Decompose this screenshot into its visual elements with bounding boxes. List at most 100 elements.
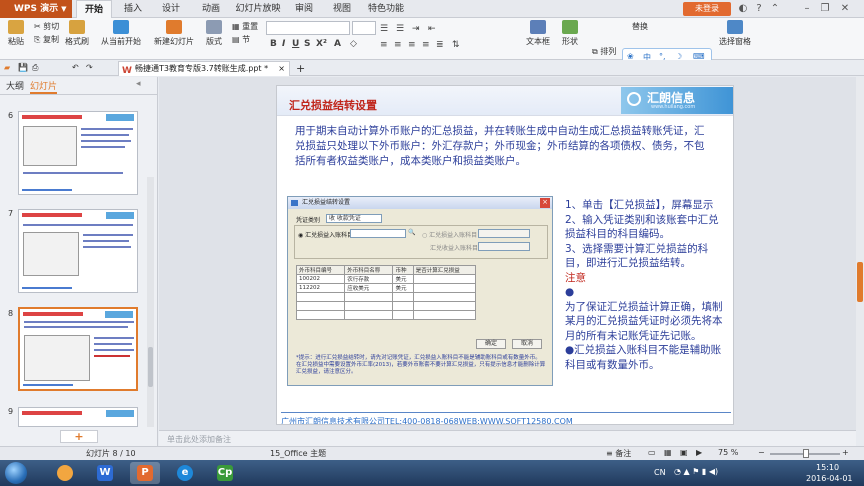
zoom-in-icon[interactable]: + [842, 448, 849, 457]
folder-icon[interactable]: ▰ [4, 63, 10, 72]
bullets-icon[interactable]: ☰ [380, 24, 388, 34]
grid-row [295, 292, 477, 302]
zoom-out-icon[interactable]: − [758, 448, 765, 457]
outdent-icon[interactable]: ⇤ [428, 24, 436, 34]
restore-icon[interactable]: ❐ [818, 2, 832, 16]
dialog-app-icon [291, 200, 298, 206]
slide-thumbnail-8[interactable] [18, 307, 138, 391]
scroll-thumb[interactable] [857, 262, 863, 302]
minimize-icon[interactable]: – [800, 2, 814, 16]
font-family-select[interactable] [266, 21, 350, 35]
taskbar-app-wps-writer[interactable]: W [90, 462, 120, 484]
arrange-button[interactable]: ⧉ 排列 [592, 46, 616, 57]
panel-scrollbar[interactable] [147, 177, 154, 427]
tab-slideshow[interactable]: 幻灯片放映 [234, 0, 282, 18]
reset-button[interactable]: ▦ 重置 [232, 21, 258, 32]
text-direction-icon[interactable]: ⇅ [452, 40, 460, 50]
textbox-button[interactable]: 文本框 [524, 20, 552, 47]
wps-brand: WPS 演示 [14, 4, 59, 14]
underline-icon[interactable]: U [292, 39, 299, 49]
login-button[interactable]: 未登录 [683, 2, 731, 16]
tab-animation[interactable]: 动画 [196, 0, 226, 18]
wps-menu-button[interactable]: WPS 演示 ▼ [0, 0, 72, 18]
grid-cell: 农行存款 [344, 274, 394, 284]
slide-intro-text[interactable]: 用于期末自动计算外币账户的汇总损益，并在转账生成中自动生成汇总损益转账凭证，汇兑… [295, 124, 705, 169]
tab-view[interactable]: 视图 [328, 0, 356, 18]
main-scrollbar[interactable] [856, 77, 864, 430]
shadow-icon[interactable]: S [304, 39, 310, 49]
company-logo: 汇朗信息 www.huilang.com [621, 87, 733, 114]
indent-icon[interactable]: ⇥ [412, 24, 420, 34]
grid-col-header: 外币科目名称 [344, 265, 394, 275]
start-button[interactable] [5, 462, 27, 484]
distribute-icon[interactable]: ≣ [436, 40, 444, 50]
tab-review[interactable]: 审阅 [290, 0, 318, 18]
cut-button[interactable]: ✂ 剪切 [34, 21, 59, 32]
align-left-icon[interactable]: ≡ [380, 40, 388, 50]
align-center-icon[interactable]: ≡ [394, 40, 402, 50]
taskbar-app-ie[interactable]: e [170, 462, 200, 484]
justify-icon[interactable]: ≡ [422, 40, 430, 50]
save-icon[interactable]: 💾 [18, 63, 28, 72]
from-current-button[interactable]: 从当前开始 [98, 20, 144, 47]
font-color-icon[interactable]: A [334, 39, 341, 49]
tab-slides[interactable]: 幻灯片 [30, 79, 58, 94]
tab-features[interactable]: 特色功能 [364, 0, 408, 18]
zoom-slider-knob[interactable] [803, 449, 809, 458]
help-icon[interactable]: ? [752, 2, 766, 16]
tray-icons[interactable]: ◔ ▲ ⚑ ▮ ◀) [674, 467, 718, 476]
taskbar-app-qq[interactable] [50, 462, 80, 484]
skin-icon[interactable]: ◐ [736, 2, 750, 16]
reset-label: 重置 [242, 22, 259, 31]
slide-right-text[interactable]: 1、单击【汇兑损益】，屏幕显示 2、输入凭证类别和该账套中汇兑损益科目的科目编码… [565, 198, 725, 372]
font-size-select[interactable] [352, 21, 376, 35]
tab-insert[interactable]: 插入 [118, 0, 148, 18]
tab-home[interactable]: 开始 [76, 0, 112, 18]
clear-format-icon[interactable]: ◇ [350, 39, 357, 49]
shape-button[interactable]: 形状 [558, 20, 582, 47]
tab-outline[interactable]: 大纲 [6, 79, 24, 92]
clock-date[interactable]: 2016-04-01 [806, 474, 853, 483]
numbering-icon[interactable]: ☰ [396, 24, 404, 34]
clock-time[interactable]: 15:10 [816, 463, 839, 472]
align-right-icon[interactable]: ≡ [408, 40, 416, 50]
undo-icon[interactable]: ↶ [72, 63, 79, 72]
new-tab-icon[interactable]: + [296, 62, 305, 75]
bold-icon[interactable]: B [270, 39, 277, 49]
slide-number: 6 [8, 111, 14, 120]
copy-button[interactable]: ⎘ 复制 [34, 34, 59, 45]
language-indicator[interactable]: CN [654, 468, 666, 477]
layout-button[interactable]: 版式 [202, 20, 226, 47]
reading-view-icon[interactable]: ▣ [680, 448, 688, 457]
slideshow-view-icon[interactable]: ▶ [696, 448, 702, 457]
replace-button[interactable]: 替换 [632, 21, 648, 32]
note-text-2: ●汇兑损益入账科目不能是辅助账科目或有数量外币。 [565, 344, 722, 371]
redo-icon[interactable]: ↷ [86, 63, 93, 72]
new-slide-button[interactable]: 新建幻灯片 [150, 20, 198, 47]
tab-design[interactable]: 设计 [156, 0, 186, 18]
section-button[interactable]: ▤ 节 [232, 34, 250, 45]
slide-canvas[interactable]: 汇兑损益结转设置 汇朗信息 www.huilang.com 用于期末自动计算外币… [276, 85, 734, 425]
close-icon[interactable]: ✕ [838, 2, 852, 16]
superscript-icon[interactable]: X² [316, 39, 327, 49]
slide-title[interactable]: 汇兑损益结转设置 [289, 97, 377, 113]
taskbar-app-camtasia[interactable]: Cp [210, 462, 240, 484]
slide-thumbnail-7[interactable] [18, 209, 138, 293]
normal-view-icon[interactable]: ▭ [648, 448, 656, 457]
notes-button[interactable]: ≡ 备注 [606, 448, 631, 459]
italic-icon[interactable]: I [282, 39, 285, 49]
add-slide-button[interactable]: + [60, 430, 98, 443]
print-icon[interactable]: ⎙ [32, 63, 38, 73]
panel-close-icon[interactable]: ◂ [136, 79, 141, 89]
paste-button[interactable]: 粘贴 [4, 20, 28, 47]
sorter-view-icon[interactable]: ▦ [664, 448, 672, 457]
select-pane-button[interactable]: 选择窗格 [718, 20, 752, 47]
slide-thumbnail-6[interactable] [18, 111, 138, 195]
format-painter-button[interactable]: 格式刷 [64, 20, 90, 47]
slide-thumbnail-9[interactable] [18, 407, 138, 427]
document-tab[interactable]: W 畅捷通T3教育专版3.7转账生成.ppt * × [118, 61, 290, 76]
chevron-up-icon[interactable]: ⌃ [768, 2, 782, 16]
notes-pane[interactable]: 单击此处添加备注 [159, 430, 856, 446]
close-tab-icon[interactable]: × [278, 62, 285, 76]
taskbar-app-wps-presentation[interactable]: P [130, 462, 160, 484]
